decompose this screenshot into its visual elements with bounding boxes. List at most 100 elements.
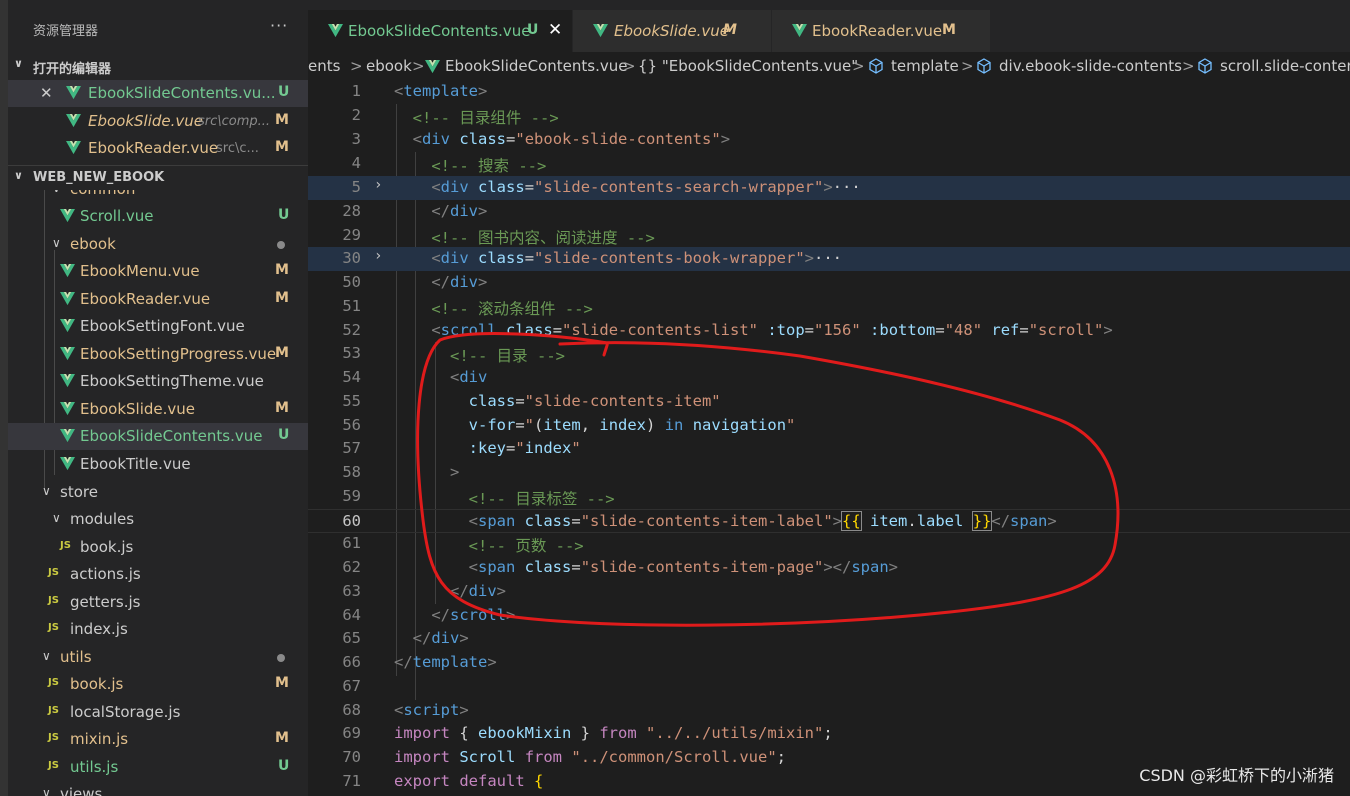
code-line[interactable]: 59 <!-- 目录标签 --> — [308, 485, 1350, 509]
file-item[interactable]: EbookSettingProgress.vue M — [8, 341, 308, 368]
file-item[interactable]: EbookSettingFont.vue — [8, 313, 308, 340]
breadcrumb-separator: > — [623, 57, 636, 75]
vue-file-icon — [60, 318, 75, 333]
code-line[interactable]: 56 v-for="(item, index) in navigation" — [308, 414, 1350, 438]
open-editor-name: EbookSlideContents.vu... — [88, 84, 276, 102]
file-item[interactable]: EbookSettingTheme.vue — [8, 368, 308, 395]
file-item[interactable]: JS localStorage.js — [8, 699, 308, 726]
file-item[interactable]: EbookTitle.vue — [8, 451, 308, 478]
vue-file-icon — [66, 140, 81, 155]
code-line[interactable]: 1 <template> — [308, 80, 1350, 104]
folder-item[interactable]: ∨ views — [8, 781, 308, 796]
breadcrumb-separator: > — [1182, 57, 1195, 75]
vue-file-icon — [60, 428, 75, 443]
folder-name: common — [70, 190, 135, 198]
file-item[interactable]: JS index.js — [8, 616, 308, 643]
breadcrumb-item[interactable]: div.ebook-slide-contents — [999, 57, 1182, 75]
code-line[interactable]: 3 <div class="ebook-slide-contents"> — [308, 128, 1350, 152]
code-line[interactable]: 68 <script> — [308, 699, 1350, 723]
line-number: 67 — [342, 677, 361, 695]
tab-ebook-slide[interactable]: EbookSlide.vue M — [573, 10, 771, 52]
close-icon[interactable]: ✕ — [40, 84, 53, 102]
file-item[interactable]: JS utils.js U — [8, 754, 308, 781]
breadcrumb-item[interactable]: ebook — [366, 57, 412, 75]
open-editors-section[interactable]: ∨ 打开的编辑器 — [8, 54, 308, 78]
code-line[interactable]: 67 — [308, 675, 1350, 699]
line-number: 64 — [342, 606, 361, 624]
code-line[interactable]: 64 </scroll> — [308, 604, 1350, 628]
status-badge: M — [723, 22, 737, 38]
breadcrumb-item[interactable]: scroll.slide-conten — [1220, 57, 1350, 75]
line-number: 59 — [342, 487, 361, 505]
modified-dot — [277, 654, 285, 662]
code-line[interactable]: 69 import { ebookMixin } from "../../util… — [308, 722, 1350, 746]
code-line[interactable]: 29 <!-- 图书内容、阅读进度 --> — [308, 224, 1350, 248]
file-item[interactable]: EbookMenu.vue M — [8, 258, 308, 285]
project-section[interactable]: ∨ WEB_NEW_EBOOK — [8, 165, 308, 190]
folder-name: utils — [60, 648, 92, 666]
explorer-title: 资源管理器 — [33, 24, 99, 39]
folder-item[interactable]: ∨ store — [8, 479, 308, 506]
tab-ebook-slide-contents[interactable]: EbookSlideContents.vue U ✕ — [308, 10, 572, 52]
vue-file-icon — [593, 23, 608, 38]
file-item[interactable]: JS actions.js — [8, 561, 308, 588]
file-item[interactable]: EbookReader.vue M — [8, 286, 308, 313]
line-number: 3 — [351, 130, 361, 148]
code-line[interactable]: 65 </div> — [308, 627, 1350, 651]
code-line[interactable]: 57 :key="index" — [308, 437, 1350, 461]
file-item[interactable]: JS book.js — [8, 534, 308, 561]
breadcrumb-item[interactable]: ents — [308, 57, 340, 75]
tab-ebook-reader[interactable]: EbookReader.vue M — [772, 10, 990, 52]
file-item[interactable]: EbookSlide.vue M — [8, 396, 308, 423]
code-line[interactable]: 55 class="slide-contents-item" — [308, 390, 1350, 414]
folder-item[interactable]: ∨ modules — [8, 506, 308, 533]
more-actions-icon[interactable]: ··· — [270, 16, 288, 35]
breadcrumb-item[interactable]: {} "EbookSlideContents.vue" — [638, 57, 858, 75]
tab-label: EbookSlide.vue — [614, 22, 730, 40]
js-file-icon: JS — [48, 622, 59, 633]
file-item[interactable]: EbookSlideContents.vue U — [8, 423, 308, 450]
folder-item[interactable]: ∨ utils — [8, 644, 308, 671]
code-line[interactable]: 66 </template> — [308, 651, 1350, 675]
code-editor[interactable]: 1 <template> 2 <!-- 目录组件 --> 3 <div class… — [308, 80, 1350, 796]
file-item[interactable]: JS mixin.js M — [8, 726, 308, 753]
open-editor-item[interactable]: ✕ EbookSlideContents.vu... U — [8, 80, 308, 107]
file-item[interactable]: Scroll.vue U — [8, 203, 308, 230]
line-number: 56 — [342, 416, 361, 434]
code-line[interactable]: 5 › <div class="slide-contents-search-wra… — [308, 176, 1350, 200]
vue-file-icon — [60, 456, 75, 471]
file-name: EbookMenu.vue — [80, 262, 200, 280]
open-editor-item[interactable]: EbookReader.vue src\c... M — [8, 135, 308, 162]
fold-chevron-icon[interactable]: › — [374, 177, 382, 193]
code-line[interactable]: 61 <!-- 页数 --> — [308, 532, 1350, 556]
code-line[interactable]: 52 <scroll class="slide-contents-list" :… — [308, 319, 1350, 343]
code-line[interactable]: 28 </div> — [308, 200, 1350, 224]
code-line[interactable]: 4 <!-- 搜索 --> — [308, 152, 1350, 176]
file-item[interactable]: JS book.js M — [8, 671, 308, 698]
breadcrumb-item[interactable]: template — [891, 57, 959, 75]
code-line[interactable]: 2 <!-- 目录组件 --> — [308, 104, 1350, 128]
folder-item[interactable]: ∨ ebook — [8, 231, 308, 258]
code-line[interactable]: 51 <!-- 滚动条组件 --> — [308, 295, 1350, 319]
cube-icon — [977, 58, 991, 74]
line-number: 54 — [342, 368, 361, 386]
status-badge: M — [275, 400, 289, 416]
fold-chevron-icon[interactable]: › — [374, 248, 382, 264]
vue-file-icon — [328, 23, 343, 38]
code-line[interactable]: 62 <span class="slide-contents-item-page… — [308, 556, 1350, 580]
code-line[interactable]: 63 </div> — [308, 580, 1350, 604]
folder-name: modules — [70, 510, 135, 528]
code-line[interactable]: 50 </div> — [308, 271, 1350, 295]
vue-file-icon — [66, 113, 81, 128]
code-line[interactable]: 30 › <div class="slide-contents-book-wrap… — [308, 247, 1350, 271]
status-badge: M — [275, 675, 289, 691]
current-code-line[interactable]: 60 <span class="slide-contents-item-labe… — [308, 509, 1350, 533]
code-line[interactable]: 53 <!-- 目录 --> — [308, 342, 1350, 366]
close-icon[interactable]: ✕ — [548, 20, 562, 40]
file-item[interactable]: JS getters.js — [8, 589, 308, 616]
breadcrumb-item[interactable]: EbookSlideContents.vue — [445, 57, 628, 75]
code-line[interactable]: 54 <div — [308, 366, 1350, 390]
open-editor-item[interactable]: EbookSlide.vue src\comp... M — [8, 108, 308, 135]
folder-item[interactable]: ∨ common — [8, 190, 308, 203]
code-line[interactable]: 58 > — [308, 461, 1350, 485]
